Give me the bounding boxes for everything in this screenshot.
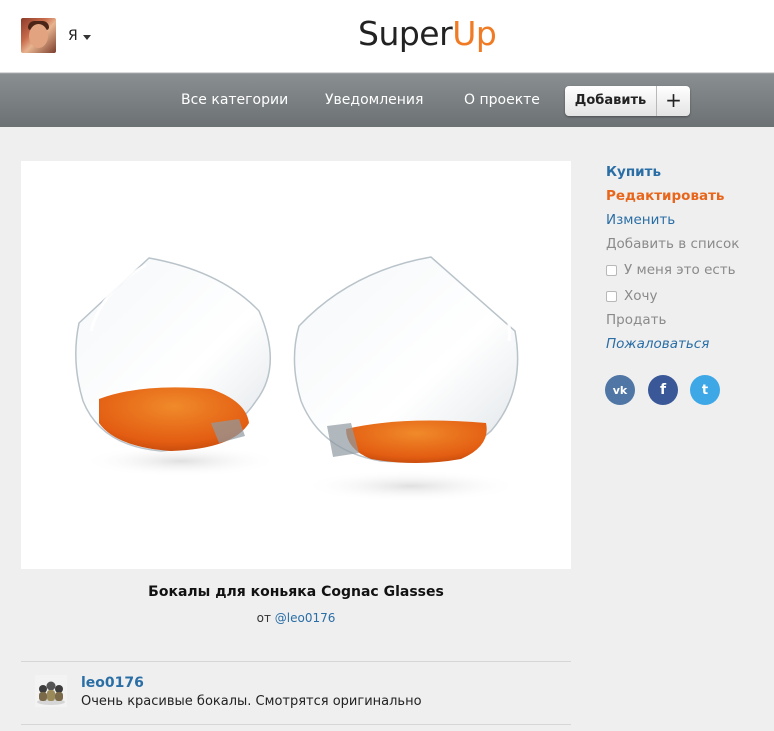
comment-text: Очень красивые бокалы. Смотрятся оригина… [81, 694, 422, 709]
comment-avatar[interactable] [35, 675, 67, 707]
facebook-share-icon[interactable]: f [648, 375, 678, 405]
change-link[interactable]: Изменить [606, 212, 675, 228]
vk-share-icon[interactable]: vk [605, 375, 635, 405]
i-have-it-checkbox[interactable] [606, 264, 617, 276]
add-to-list-link[interactable]: Добавить в список [606, 236, 739, 252]
divider-bottom [21, 724, 571, 725]
avatar-face [29, 24, 48, 48]
want-checkbox[interactable] [606, 290, 617, 302]
user-menu[interactable]: Я [68, 26, 91, 46]
figurines-icon [37, 681, 65, 705]
add-button-group: Добавить + [565, 86, 690, 116]
logo-super: Super [358, 14, 453, 53]
user-avatar[interactable] [21, 18, 56, 53]
top-header: Я SuperUp [0, 0, 774, 73]
logo-up: Up [452, 14, 497, 53]
nav-notifications[interactable]: Уведомления [325, 90, 423, 110]
product-title: Бокалы для коньяка Cognac Glasses [148, 584, 444, 600]
twitter-label: t [701, 382, 709, 398]
nav-all-categories[interactable]: Все категории [181, 90, 288, 110]
plus-button[interactable]: + [657, 86, 690, 116]
comment-author[interactable]: leo0176 [81, 675, 144, 691]
want-option[interactable]: Хочу [606, 288, 657, 304]
i-have-it-label: У меня это есть [624, 262, 736, 278]
product-image[interactable] [21, 161, 571, 569]
cognac-glasses-illustration [75, 256, 521, 502]
want-label: Хочу [624, 288, 658, 304]
facebook-label: f [659, 382, 667, 398]
vk-label: vk [612, 383, 628, 397]
buy-link[interactable]: Купить [606, 164, 661, 180]
product-author-link[interactable]: @leo0176 [275, 611, 336, 625]
sell-link[interactable]: Продать [606, 312, 666, 328]
product-author-line: от @leo0176 [21, 611, 571, 625]
author-prefix: от [256, 611, 271, 625]
report-link[interactable]: Пожаловаться [606, 336, 709, 352]
edit-link[interactable]: Редактировать [606, 188, 724, 204]
site-logo[interactable]: SuperUp [358, 12, 497, 56]
main-nav: Все категории Уведомления О проекте Доба… [0, 73, 774, 127]
chevron-down-icon [82, 34, 91, 40]
add-button[interactable]: Добавить [565, 86, 657, 116]
twitter-share-icon[interactable]: t [690, 375, 720, 405]
i-have-it-option[interactable]: У меня это есть [606, 262, 736, 278]
divider-top [21, 661, 571, 662]
user-menu-label: Я [68, 28, 78, 44]
nav-about[interactable]: О проекте [464, 90, 540, 110]
